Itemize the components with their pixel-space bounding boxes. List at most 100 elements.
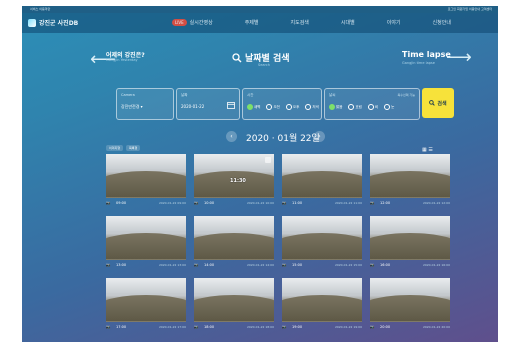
nav-item-apply[interactable]: 신청안내: [433, 19, 451, 26]
utility-left-links[interactable]: 서비스 이용약관: [30, 6, 50, 13]
photo-card[interactable]: 11:30 📷 10:00 2020-01-22 10:00: [194, 154, 274, 208]
photo-card[interactable]: 📷 13:00 2020-01-22 13:00: [106, 216, 186, 270]
checkbox-icon: [329, 104, 335, 110]
camera-icon: 📷: [282, 201, 287, 205]
camera-icon: 📷: [282, 325, 287, 329]
date-field[interactable]: 날짜 2020-01-22: [176, 88, 240, 120]
next-section-subtitle: Gangjin time lapse: [402, 61, 435, 65]
time-option-label: 오후: [292, 104, 300, 109]
weather-filter: 날씨 복수선택 가능 맑음 흐림 비 눈: [324, 88, 420, 120]
nav-item-live[interactable]: LIVE 실시간영상: [172, 19, 213, 26]
photo-timestamp: 2020-01-22 20:00: [422, 325, 450, 329]
photo-meta: 📷 19:00 2020-01-22 19:00: [282, 325, 362, 331]
photo-card[interactable]: 📷 09:00 2020-01-22 09:00: [106, 154, 186, 208]
photo-thumbnail[interactable]: [194, 278, 274, 322]
photo-thumbnail[interactable]: [106, 216, 186, 260]
grid-view-icon[interactable]: ▦ ☰: [422, 147, 433, 153]
checkbox-icon: [285, 104, 292, 110]
camera-icon: 📷: [194, 263, 199, 267]
photo-card[interactable]: 📷 16:00 2020-01-22 16:00: [370, 216, 450, 270]
calendar-icon[interactable]: [227, 101, 235, 109]
page-subtitle: Search: [258, 63, 271, 67]
photo-thumbnail[interactable]: [370, 216, 450, 260]
photo-meta: 📷 20:00 2020-01-22 20:00: [370, 325, 450, 331]
live-badge: LIVE: [172, 19, 187, 26]
site-logo[interactable]: 강진군 사진DB: [28, 18, 78, 27]
photo-card[interactable]: 📷 17:00 2020-01-22 17:00: [106, 278, 186, 332]
time-option-label: 새벽: [254, 104, 261, 109]
photo-meta: 📷 17:00 2020-01-22 17:00: [106, 325, 186, 331]
weather-option-label: 맑음: [336, 104, 343, 109]
photo-timestamp: 2020-01-22 09:00: [158, 201, 186, 205]
photo-thumbnail[interactable]: 11:30: [194, 154, 274, 198]
nav-item-era[interactable]: 시대별: [341, 19, 355, 26]
search-icon: [232, 52, 242, 62]
checkbox-icon: [367, 104, 374, 110]
time-option[interactable]: 새벽: [247, 104, 260, 110]
photo-timestamp: 2020-01-22 16:00: [422, 263, 450, 267]
date-label: 날짜: [181, 93, 188, 97]
photo-caption: 11:00: [292, 201, 303, 205]
tab-image-view[interactable]: 이미지형: [106, 145, 124, 151]
photo-caption: 09:00: [116, 201, 127, 205]
time-option[interactable]: 오전: [266, 104, 280, 110]
camera-icon: 📷: [370, 263, 375, 267]
next-arrow-icon[interactable]: ⟶: [446, 49, 472, 67]
camera-icon: 📷: [106, 201, 111, 205]
photo-thumbnail[interactable]: [282, 216, 362, 260]
photo-thumbnail[interactable]: [282, 278, 362, 322]
photo-timestamp: 2020-01-22 19:00: [334, 325, 362, 329]
weather-option-label: 눈: [391, 104, 395, 109]
photo-card[interactable]: 📷 19:00 2020-01-22 19:00: [282, 278, 362, 332]
photo-thumbnail[interactable]: [370, 278, 450, 322]
photo-caption: 19:00: [292, 325, 303, 329]
next-section-title[interactable]: Time lapse: [402, 50, 451, 59]
photo-caption: 18:00: [204, 325, 215, 329]
photo-meta: 📷 11:00 2020-01-22 11:00: [282, 201, 362, 207]
photo-meta: 📷 15:00 2020-01-22 15:00: [282, 263, 362, 269]
search-button[interactable]: 검색: [422, 88, 454, 118]
utility-bar: 서비스 이용약관 로그인 회원가입 이용안내 고객센터: [22, 6, 498, 13]
checkbox-icon: [305, 104, 312, 110]
photo-caption: 13:00: [116, 263, 127, 267]
photo-thumbnail[interactable]: [106, 154, 186, 198]
photo-timestamp: 2020-01-22 14:00: [246, 263, 274, 267]
weather-option[interactable]: 눈: [384, 104, 394, 110]
photo-card[interactable]: 📷 11:00 2020-01-22 11:00: [282, 154, 362, 208]
photo-thumbnail[interactable]: [370, 154, 450, 198]
photo-card[interactable]: 📷 14:00 2020-01-22 14:00: [194, 216, 274, 270]
weather-option[interactable]: 맑음: [329, 104, 342, 110]
camera-icon: 📷: [194, 325, 199, 329]
photo-thumbnail[interactable]: [106, 278, 186, 322]
photo-meta: 📷 12:00 2020-01-22 12:00: [370, 201, 450, 207]
search-icon: [429, 100, 436, 106]
photo-thumbnail[interactable]: [282, 154, 362, 198]
checkbox-icon: [384, 104, 391, 110]
next-day-icon[interactable]: ›: [314, 131, 325, 142]
photo-card[interactable]: 📷 18:00 2020-01-22 18:00: [194, 278, 274, 332]
nav-item-story[interactable]: 이야기: [387, 19, 401, 26]
weather-option[interactable]: 흐림: [348, 104, 362, 110]
photo-meta: 📷 14:00 2020-01-22 14:00: [194, 263, 274, 269]
photo-thumbnail[interactable]: [194, 216, 274, 260]
weather-option-label: 흐림: [355, 104, 362, 109]
nav-item-map[interactable]: 지도검색: [291, 19, 309, 26]
utility-right-links[interactable]: 로그인 회원가입 이용안내 고객센터: [448, 6, 492, 13]
photo-card[interactable]: 📷 15:00 2020-01-22 15:00: [282, 216, 362, 270]
photo-caption: 15:00: [292, 263, 303, 267]
time-option[interactable]: 오후: [285, 104, 300, 110]
nav-item-topic[interactable]: 주제별: [245, 19, 259, 26]
photo-meta: 📷 16:00 2020-01-22 16:00: [370, 263, 450, 269]
time-options: 새벽 오전 오후 저녁: [247, 104, 319, 110]
photo-caption: 10:00: [204, 201, 215, 205]
camera-select[interactable]: Camera 강진만전경 ▾: [116, 88, 174, 120]
zoom-icon[interactable]: [265, 157, 271, 163]
prev-day-icon[interactable]: ‹: [226, 131, 237, 142]
time-option-label: 저녁: [312, 104, 319, 109]
tab-list-view[interactable]: 목록형: [126, 145, 141, 151]
weather-label: 날씨: [329, 93, 336, 97]
photo-card[interactable]: 📷 20:00 2020-01-22 20:00: [370, 278, 450, 332]
photo-card[interactable]: 📷 12:00 2020-01-22 12:00: [370, 154, 450, 208]
time-option[interactable]: 저녁: [305, 104, 319, 110]
weather-option[interactable]: 비: [367, 104, 378, 110]
